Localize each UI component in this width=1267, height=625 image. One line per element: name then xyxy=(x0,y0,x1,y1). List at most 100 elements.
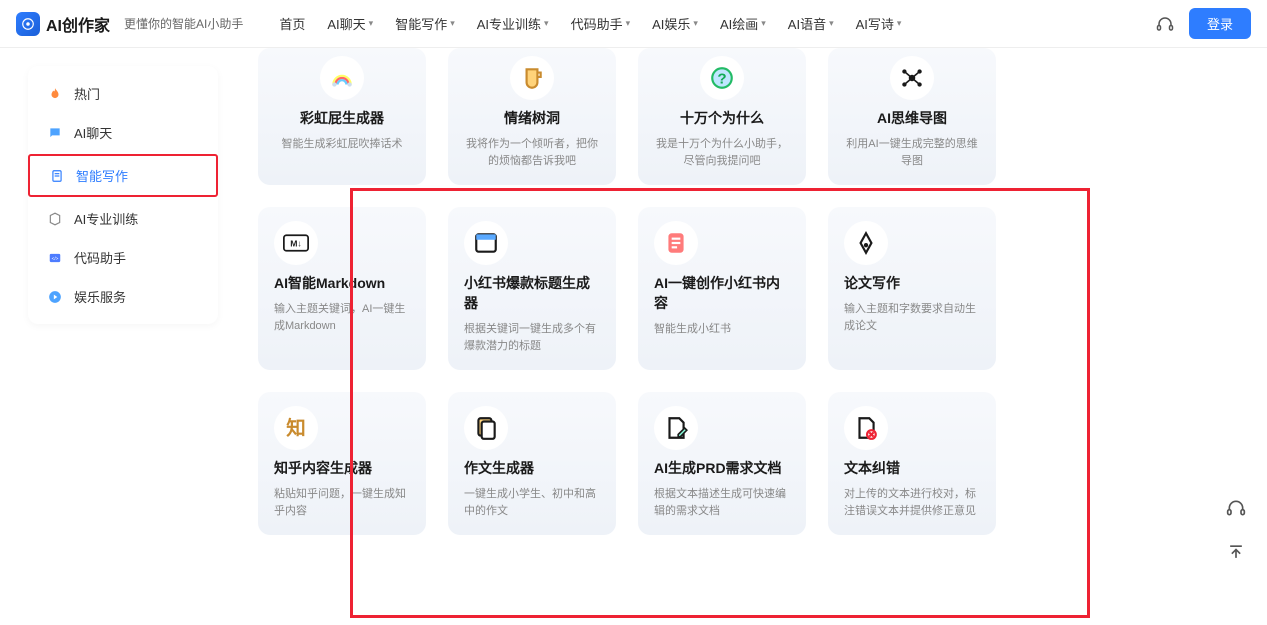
card-title: 作文生成器 xyxy=(464,458,600,478)
card-rainbow-fart[interactable]: 彩虹屁生成器 智能生成彩虹屁吹捧话术 xyxy=(258,48,426,185)
card-desc: 我是十万个为什么小助手，尽管向我提问吧 xyxy=(654,136,790,169)
card-title: 十万个为什么 xyxy=(654,108,790,128)
sidebar-item-label: AI专业训练 xyxy=(74,209,138,228)
support-icon[interactable] xyxy=(1223,495,1249,521)
cube-icon xyxy=(46,210,64,228)
doc-icon xyxy=(48,167,66,185)
login-button[interactable]: 登录 xyxy=(1189,8,1251,39)
rainbow-icon xyxy=(320,56,364,100)
nav-ai-drawing[interactable]: AI绘画▾ xyxy=(720,14,766,33)
top-nav: 首页 AI聊天▾ 智能写作▾ AI专业训练▾ 代码助手▾ AI娱乐▾ AI绘画▾… xyxy=(279,14,1147,33)
note-icon xyxy=(654,221,698,265)
card-desc: 粘贴知乎问题，一键生成知乎内容 xyxy=(274,486,410,519)
question-icon: ? xyxy=(700,56,744,100)
card-desc: 输入主题关键词，AI一键生成Markdown xyxy=(274,301,410,334)
zhihu-icon: 知 xyxy=(274,406,318,450)
sidebar-item-hot[interactable]: 热门 xyxy=(28,74,218,113)
code-icon: </> xyxy=(46,249,64,267)
nav-ai-chat[interactable]: AI聊天▾ xyxy=(327,14,373,33)
chat-icon xyxy=(46,124,64,142)
card-desc: 智能生成彩虹屁吹捧话术 xyxy=(274,136,410,153)
svg-text:知: 知 xyxy=(286,417,306,440)
card-title: AI智能Markdown xyxy=(274,273,410,293)
float-actions xyxy=(1223,495,1249,565)
card-desc: 智能生成小红书 xyxy=(654,321,790,338)
svg-text:</>: </> xyxy=(52,255,59,260)
card-title: AI一键创作小红书内容 xyxy=(654,273,790,313)
card-desc: 根据文本描述生成可快速编辑的需求文档 xyxy=(654,486,790,519)
nav-ai-poem[interactable]: AI写诗▾ xyxy=(856,14,902,33)
svg-text:M↓: M↓ xyxy=(290,238,302,248)
card-row: M↓ AI智能Markdown 输入主题关键词，AI一键生成Markdown 小… xyxy=(258,207,1207,370)
brand-logo-icon xyxy=(16,12,40,36)
nav-smart-writing[interactable]: 智能写作▾ xyxy=(395,14,455,33)
card-desc: 输入主题和字数要求自动生成论文 xyxy=(844,301,980,334)
card-desc: 我将作为一个倾听者，把你的烦恼都告诉我吧 xyxy=(464,136,600,169)
card-correction[interactable]: 文本纠错 对上传的文本进行校对，标注错误文本并提供修正意见 xyxy=(828,392,996,535)
fire-icon xyxy=(46,85,64,103)
card-desc: 根据关键词一键生成多个有爆款潜力的标题 xyxy=(464,321,600,354)
pen-icon xyxy=(844,221,888,265)
sidebar-item-label: 代码助手 xyxy=(74,248,126,267)
sidebar: 热门 AI聊天 智能写作 AI专业训练 </> 代码助手 娱乐服务 xyxy=(0,48,218,625)
card-xhs-title[interactable]: 小红书爆款标题生成器 根据关键词一键生成多个有爆款潜力的标题 xyxy=(448,207,616,370)
card-title: AI思维导图 xyxy=(844,108,980,128)
card-title: AI生成PRD需求文档 xyxy=(654,458,790,478)
cup-icon xyxy=(510,56,554,100)
card-essay[interactable]: 作文生成器 一键生成小学生、初中和高中的作文 xyxy=(448,392,616,535)
chevron-down-icon: ▾ xyxy=(544,18,549,29)
chevron-down-icon: ▾ xyxy=(761,18,766,29)
card-title: 知乎内容生成器 xyxy=(274,458,410,478)
header-right: 登录 xyxy=(1155,8,1251,39)
nav-ai-voice[interactable]: AI语音▾ xyxy=(788,14,834,33)
sidebar-item-ai-chat[interactable]: AI聊天 xyxy=(28,113,218,152)
sidebar-item-label: 娱乐服务 xyxy=(74,287,126,306)
chevron-down-icon: ▾ xyxy=(897,18,902,29)
sidebar-item-label: AI聊天 xyxy=(74,123,112,142)
card-row: 彩虹屁生成器 智能生成彩虹屁吹捧话术 情绪树洞 我将作为一个倾听者，把你的烦恼都… xyxy=(258,48,1207,185)
doc-edit-icon xyxy=(654,406,698,450)
card-title: 小红书爆款标题生成器 xyxy=(464,273,600,313)
nav-home[interactable]: 首页 xyxy=(279,14,305,33)
card-emotion-hole[interactable]: 情绪树洞 我将作为一个倾听者，把你的烦恼都告诉我吧 xyxy=(448,48,616,185)
nav-code-helper[interactable]: 代码助手▾ xyxy=(571,14,631,33)
brand-name: AI创作家 xyxy=(46,12,110,36)
svg-text:?: ? xyxy=(717,70,726,87)
card-xhs-content[interactable]: AI一键创作小红书内容 智能生成小红书 xyxy=(638,207,806,370)
mindmap-icon xyxy=(890,56,934,100)
card-title: 文本纠错 xyxy=(844,458,980,478)
window-icon xyxy=(464,221,508,265)
sidebar-item-label: 智能写作 xyxy=(76,166,128,185)
markdown-icon: M↓ xyxy=(274,221,318,265)
header: AI创作家 更懂你的智能AI小助手 首页 AI聊天▾ 智能写作▾ AI专业训练▾… xyxy=(0,0,1267,48)
card-title: 情绪树洞 xyxy=(464,108,600,128)
card-thesis[interactable]: 论文写作 输入主题和字数要求自动生成论文 xyxy=(828,207,996,370)
chevron-down-icon: ▾ xyxy=(829,18,834,29)
chevron-down-icon: ▾ xyxy=(693,18,698,29)
chevron-down-icon: ▾ xyxy=(626,18,631,29)
sidebar-item-pro-training[interactable]: AI专业训练 xyxy=(28,199,218,238)
nav-ai-entertainment[interactable]: AI娱乐▾ xyxy=(652,14,698,33)
card-title: 论文写作 xyxy=(844,273,980,293)
card-zhihu[interactable]: 知 知乎内容生成器 粘贴知乎问题，一键生成知乎内容 xyxy=(258,392,426,535)
chevron-down-icon: ▾ xyxy=(450,18,455,29)
play-icon xyxy=(46,288,64,306)
card-prd[interactable]: AI生成PRD需求文档 根据文本描述生成可快速编辑的需求文档 xyxy=(638,392,806,535)
card-why[interactable]: ? 十万个为什么 我是十万个为什么小助手，尽管向我提问吧 xyxy=(638,48,806,185)
card-mindmap[interactable]: AI思维导图 利用AI一键生成完整的思维导图 xyxy=(828,48,996,185)
doc-error-icon xyxy=(844,406,888,450)
back-to-top-icon[interactable] xyxy=(1223,539,1249,565)
nav-pro-training[interactable]: AI专业训练▾ xyxy=(477,14,549,33)
essay-icon xyxy=(464,406,508,450)
sidebar-item-label: 热门 xyxy=(74,84,100,103)
sidebar-item-entertainment[interactable]: 娱乐服务 xyxy=(28,277,218,316)
card-desc: 对上传的文本进行校对，标注错误文本并提供修正意见 xyxy=(844,486,980,519)
sidebar-item-smart-writing[interactable]: 智能写作 xyxy=(28,154,218,197)
chevron-down-icon: ▾ xyxy=(369,18,374,29)
card-desc: 一键生成小学生、初中和高中的作文 xyxy=(464,486,600,519)
sidebar-item-code-helper[interactable]: </> 代码助手 xyxy=(28,238,218,277)
card-title: 彩虹屁生成器 xyxy=(274,108,410,128)
brand[interactable]: AI创作家 xyxy=(16,12,110,36)
headset-icon[interactable] xyxy=(1155,14,1175,34)
card-markdown[interactable]: M↓ AI智能Markdown 输入主题关键词，AI一键生成Markdown xyxy=(258,207,426,370)
